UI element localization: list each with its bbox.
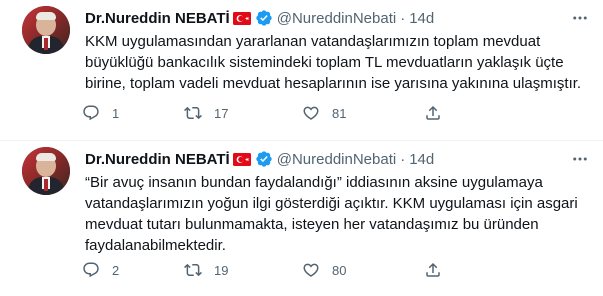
author-name[interactable]: Dr.Nureddin NEBATİ	[85, 151, 230, 168]
tweet-text: KKM uygulamasından yararlanan vatandaşla…	[85, 31, 595, 94]
tweet-actions: 2 19 80	[82, 258, 582, 282]
reply-icon	[83, 105, 99, 121]
tweet[interactable]: Dr.Nureddin NEBATİ @NureddinNebati · 14d…	[0, 141, 603, 296]
reply-icon	[83, 262, 99, 278]
avatar[interactable]	[22, 147, 70, 195]
retweet-button[interactable]: 19	[184, 258, 228, 282]
tweet-text-line: “Bir avuç insanın bundan faydalandığı” i…	[85, 174, 543, 191]
verified-badge-icon	[256, 151, 272, 167]
tweet-text: “Bir avuç insanın bundan faydalandığı” i…	[85, 172, 595, 256]
turkey-flag-icon	[232, 152, 251, 166]
reply-count: 2	[112, 262, 120, 278]
heart-icon	[303, 106, 319, 120]
turkey-flag-icon	[232, 11, 251, 25]
tweet[interactable]: Dr.Nureddin NEBATİ @NureddinNebati · 14d…	[0, 0, 603, 141]
more-horizontal-icon	[573, 157, 587, 161]
author-name[interactable]: Dr.Nureddin NEBATİ	[85, 10, 230, 27]
like-count: 80	[332, 262, 347, 278]
tweet-text-line: KKM uygulamasından yararlanan vatandaşla…	[85, 33, 541, 50]
share-button[interactable]	[424, 258, 442, 282]
author-handle[interactable]: @NureddinNebati	[277, 151, 396, 168]
share-icon	[426, 105, 440, 120]
author-handle[interactable]: @NureddinNebati	[277, 10, 396, 27]
verified-badge-icon	[256, 10, 272, 26]
avatar[interactable]	[22, 6, 70, 54]
retweet-count: 17	[214, 105, 229, 121]
like-count: 81	[332, 105, 347, 121]
share-button[interactable]	[424, 101, 442, 125]
tweet-header: Dr.Nureddin NEBATİ @NureddinNebati · 14d	[85, 149, 434, 169]
like-button[interactable]: 81	[302, 101, 346, 125]
tweet-text-line: faydalanabilmektedir.	[85, 237, 226, 254]
heart-icon	[303, 263, 319, 277]
separator: ·	[400, 9, 406, 27]
tweet-text-line: vatandaşlarımızın yoğun ilgi gösterdiği …	[85, 195, 578, 212]
separator: ·	[400, 150, 406, 168]
reply-button[interactable]: 2	[82, 258, 119, 282]
more-options-button[interactable]	[569, 148, 591, 170]
retweet-button[interactable]: 17	[184, 101, 228, 125]
tweet-header: Dr.Nureddin NEBATİ @NureddinNebati · 14d	[85, 8, 434, 28]
timestamp[interactable]: 14d	[409, 10, 434, 27]
tweet-text-line: mevduat tutarı bulunmamakta, isteyen her…	[85, 216, 539, 233]
timestamp[interactable]: 14d	[409, 151, 434, 168]
more-horizontal-icon	[573, 16, 587, 20]
tweet-text-line: birine, toplam vadeli mevduat hesapların…	[85, 75, 582, 92]
tweet-actions: 1 17 81	[82, 101, 582, 125]
more-options-button[interactable]	[569, 7, 591, 29]
reply-button[interactable]: 1	[82, 101, 119, 125]
tweet-text-line: büyüklüğü bankacılık sistemindeki toplam…	[85, 54, 564, 71]
share-icon	[426, 262, 440, 277]
like-button[interactable]: 80	[302, 258, 346, 282]
reply-count: 1	[112, 105, 120, 121]
retweet-icon	[184, 263, 202, 277]
retweet-count: 19	[214, 262, 229, 278]
retweet-icon	[184, 106, 202, 120]
